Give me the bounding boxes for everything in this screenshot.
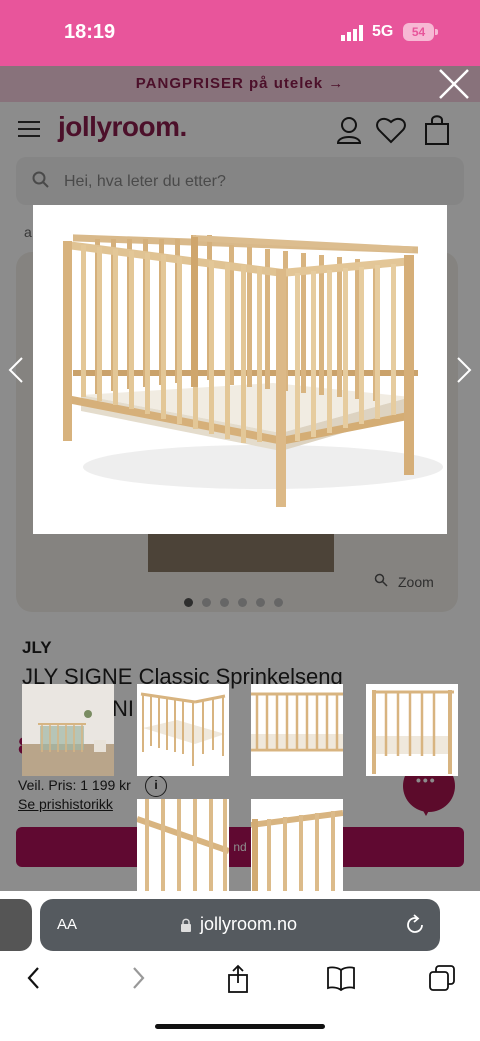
thumbnail[interactable]: [137, 684, 229, 776]
bookmarks-icon[interactable]: [326, 964, 356, 992]
thumbnail[interactable]: [22, 684, 114, 776]
battery-icon: 54: [403, 23, 434, 41]
thumbnail[interactable]: [137, 799, 229, 891]
thumbnail-crib-end-image: [372, 690, 454, 774]
close-icon[interactable]: [436, 66, 472, 102]
url-text[interactable]: jollyroom.no: [200, 914, 297, 935]
forward-icon[interactable]: [128, 964, 148, 992]
reader-settings-button[interactable]: AA: [57, 916, 77, 933]
tabs-icon[interactable]: [428, 964, 456, 992]
thumbnail-crib-corner-image: [251, 810, 343, 891]
lock-icon: [181, 918, 191, 932]
previous-tab[interactable]: [0, 899, 32, 951]
back-icon[interactable]: [24, 964, 44, 992]
thumbnail[interactable]: [251, 684, 343, 776]
reload-icon[interactable]: [404, 914, 426, 936]
chevron-left-icon[interactable]: [6, 356, 26, 384]
thumbnail[interactable]: [366, 684, 458, 776]
thumbnail[interactable]: [251, 799, 343, 891]
thumbnail-crib-detail-image: [137, 799, 229, 891]
signal-icon: [341, 25, 363, 41]
thumbnail-crib-side-image: [251, 692, 343, 752]
share-icon[interactable]: [226, 964, 250, 994]
crib-image: [63, 234, 443, 507]
thumbnail-crib-image: [140, 692, 226, 766]
lightbox-image[interactable]: [33, 205, 447, 534]
status-time: 18:19: [64, 21, 116, 43]
home-indicator: [155, 1024, 325, 1029]
battery-tip: [435, 29, 438, 35]
chevron-right-icon[interactable]: [454, 356, 474, 384]
thumbnail-room-image: [22, 710, 114, 776]
network-label: 5G: [372, 23, 394, 40]
